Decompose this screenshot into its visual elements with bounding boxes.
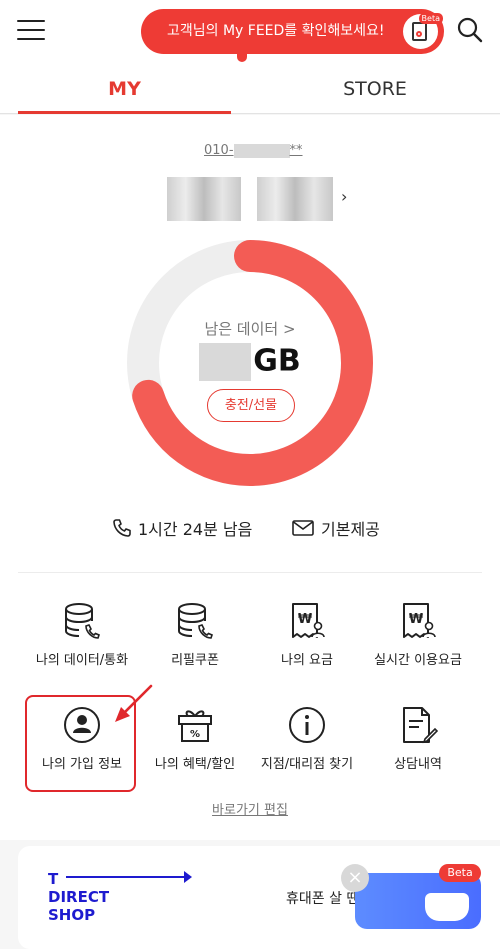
remaining-data-value: GB	[0, 343, 500, 381]
sms-info: 기본제공	[291, 517, 380, 539]
call-remaining: 1시간 24분 남음	[112, 517, 252, 539]
mail-icon	[292, 520, 314, 536]
app-header: 고객님의 My FEED를 확인해보세요! Beta	[0, 0, 500, 64]
main-tabs: MY STORE	[0, 64, 500, 114]
data-unit: GB	[253, 343, 301, 379]
edit-shortcuts-link[interactable]: 바로가기 편집	[0, 799, 500, 818]
menu-store-finder[interactable]: 지점/대리점 찾기	[249, 705, 365, 772]
sms-info-text: 기본제공	[321, 520, 380, 539]
database-phone-icon	[178, 603, 213, 639]
menu-consult-history[interactable]: 상담내역	[360, 705, 476, 772]
charge-gift-button[interactable]: 충전/선물	[207, 389, 295, 422]
document-pen-icon	[403, 707, 438, 744]
svg-text:%: %	[190, 729, 200, 740]
feed-document-icon: Beta	[403, 13, 443, 49]
logo-line-1: T	[48, 870, 59, 888]
menu-label: 나의 요금	[281, 653, 333, 668]
gift-percent-icon: %	[178, 710, 212, 742]
menu-label: 상담내역	[394, 757, 442, 772]
plan-mask-1	[167, 177, 241, 221]
menu-icon[interactable]	[17, 20, 45, 42]
plan-name-link[interactable]: ›	[167, 177, 352, 221]
data-amount-mask	[199, 343, 252, 381]
section-divider	[18, 572, 482, 573]
menu-label: 실시간 이용요금	[374, 653, 462, 668]
call-remaining-text: 1시간 24분 남음	[138, 520, 253, 539]
svg-text:₩: ₩	[298, 612, 313, 627]
my-dashboard: 010- ** › 남은 데이터 > GB 충전/선물 1시간 24분 남음 기본…	[0, 115, 500, 840]
remaining-data-label[interactable]: 남은 데이터 >	[0, 318, 500, 339]
menu-label: 나의 혜택/할인	[154, 757, 236, 772]
logo-line-2: DIRECT	[48, 888, 110, 906]
tab-store[interactable]: STORE	[262, 64, 488, 114]
feed-pill-tail	[237, 52, 247, 62]
floating-beta-badge: Beta	[439, 864, 481, 882]
close-icon[interactable]: ×	[341, 864, 369, 892]
info-circle-icon	[289, 707, 325, 743]
feed-beta-badge: Beta	[418, 13, 443, 24]
phone-prefix: 010-	[204, 143, 234, 158]
arrow-right-icon	[66, 871, 192, 883]
won-bill-user-icon: ₩	[292, 603, 325, 638]
face-mask-icon	[425, 893, 469, 921]
menu-realtime-charge[interactable]: ₩ 실시간 이용요금	[360, 601, 476, 668]
my-feed-banner[interactable]: 고객님의 My FEED를 확인해보세요! Beta	[141, 9, 444, 54]
phone-mask	[233, 143, 290, 158]
feed-message: 고객님의 My FEED를 확인해보세요!	[167, 23, 385, 39]
menu-label: 리필쿠폰	[171, 653, 219, 668]
svg-text:₩: ₩	[409, 612, 424, 627]
menu-label: 나의 데이터/통화	[35, 653, 129, 668]
chevron-right-icon: ›	[341, 187, 348, 206]
phone-suffix: **	[289, 143, 303, 158]
tab-my[interactable]: MY	[18, 64, 231, 114]
search-icon[interactable]	[456, 16, 484, 44]
menu-my-bill[interactable]: ₩ 나의 요금	[249, 601, 365, 668]
menu-refill-coupon[interactable]: 리필쿠폰	[137, 601, 253, 668]
menu-label: 지점/대리점 찾기	[260, 757, 354, 772]
menu-my-data-call[interactable]: 나의 데이터/통화	[24, 601, 140, 668]
logo-line-3: SHOP	[48, 906, 96, 924]
database-phone-icon	[65, 603, 100, 639]
t-direct-shop-logo: T DIRECT SHOP	[48, 870, 109, 924]
won-bill-user-icon: ₩	[403, 603, 436, 638]
plan-mask-2	[257, 177, 333, 221]
phone-icon	[113, 519, 131, 537]
phone-number-link[interactable]: 010- **	[204, 143, 303, 158]
annotation-arrow-icon	[115, 684, 153, 722]
